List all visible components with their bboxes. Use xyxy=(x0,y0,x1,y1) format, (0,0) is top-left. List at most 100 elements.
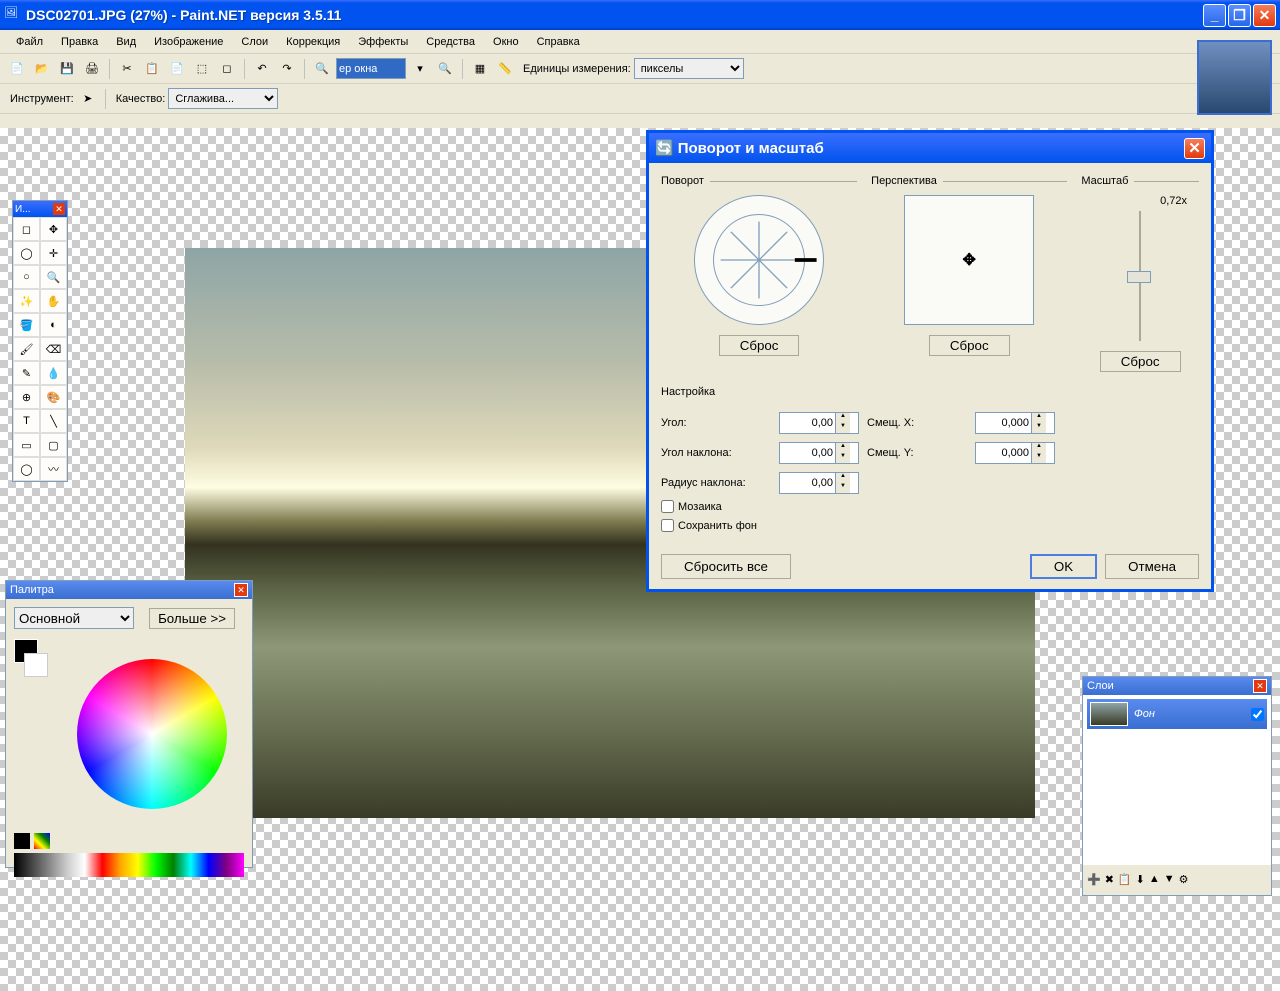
close-button[interactable]: ✕ xyxy=(1253,4,1276,27)
tool-rect-select-icon[interactable]: ◻ xyxy=(13,217,40,241)
tool-line-icon[interactable]: ╲ xyxy=(40,409,67,433)
tool-pencil-icon[interactable]: ✎ xyxy=(13,361,40,385)
ruler-icon[interactable]: 📏 xyxy=(494,58,516,80)
menu-view[interactable]: Вид xyxy=(108,33,144,51)
tool-brush-icon[interactable]: 🖌 xyxy=(13,337,40,361)
menu-edit[interactable]: Правка xyxy=(53,33,106,51)
dialog-titlebar[interactable]: 🔄 Поворот и масштаб ✕ xyxy=(649,133,1211,163)
current-tool-icon[interactable]: ➤ xyxy=(77,88,99,110)
grid-icon[interactable]: ▦ xyxy=(469,58,491,80)
layer-movedown-icon[interactable]: ▼ xyxy=(1164,873,1175,885)
mosaic-checkbox[interactable] xyxy=(661,500,674,513)
menu-tools[interactable]: Средства xyxy=(418,33,483,51)
tool-recolor-icon[interactable]: 🎨 xyxy=(40,385,67,409)
perspective-pad[interactable]: ✥ xyxy=(904,195,1034,325)
tool-text-icon[interactable]: T xyxy=(13,409,40,433)
layer-visible-checkbox[interactable] xyxy=(1251,708,1264,721)
layer-delete-icon[interactable]: ✖ xyxy=(1105,873,1114,886)
palette-titlebar[interactable]: Палитра ✕ xyxy=(6,581,252,599)
layers-close-icon[interactable]: ✕ xyxy=(1253,679,1267,693)
copy-icon[interactable]: 📋 xyxy=(141,58,163,80)
tool-zoom-icon[interactable]: 🔍 xyxy=(40,265,67,289)
palette-reset-icon[interactable] xyxy=(34,833,50,849)
secondary-color-swatch[interactable] xyxy=(24,653,48,677)
tool-rectangle-icon[interactable]: ▭ xyxy=(13,433,40,457)
menu-window[interactable]: Окно xyxy=(485,33,527,51)
tilt-input[interactable]: ▲▼ xyxy=(779,442,859,464)
scale-slider[interactable] xyxy=(1125,211,1155,341)
layer-moveup-icon[interactable]: ▲ xyxy=(1149,873,1160,885)
zoomout-icon[interactable]: 🔍 xyxy=(311,58,333,80)
tools-close-icon[interactable]: ✕ xyxy=(53,203,65,215)
tool-eraser-icon[interactable]: ⌫ xyxy=(40,337,67,361)
tool-lasso-icon[interactable]: ◯ xyxy=(13,241,40,265)
keepbg-checkbox[interactable] xyxy=(661,519,674,532)
tools-titlebar[interactable]: И... ✕ xyxy=(13,201,67,217)
menu-layers[interactable]: Слои xyxy=(233,33,276,51)
reset-all-button[interactable]: Сбросить все xyxy=(661,554,791,579)
layer-duplicate-icon[interactable]: 📋 xyxy=(1118,873,1132,886)
cancel-button[interactable]: Отмена xyxy=(1105,554,1199,579)
palette-window[interactable]: Палитра ✕ Основной Больше >> xyxy=(5,580,253,868)
crop-icon[interactable]: ⬚ xyxy=(191,58,213,80)
menu-file[interactable]: Файл xyxy=(8,33,51,51)
menu-effects[interactable]: Эффекты xyxy=(350,33,416,51)
bw-swatch-icon[interactable] xyxy=(14,833,30,849)
zoom-input[interactable] xyxy=(336,58,406,79)
document-thumbnail[interactable] xyxy=(1197,40,1272,115)
slider-thumb-icon[interactable] xyxy=(1127,271,1151,283)
palette-swatches[interactable] xyxy=(14,853,244,877)
redo-icon[interactable]: ↷ xyxy=(276,58,298,80)
palette-close-icon[interactable]: ✕ xyxy=(234,583,248,597)
tool-pan-icon[interactable]: ✋ xyxy=(40,289,67,313)
tool-move-icon[interactable]: ✛ xyxy=(40,241,67,265)
quality-select[interactable]: Сглажива... xyxy=(168,88,278,109)
tool-wand-icon[interactable]: ✨ xyxy=(13,289,40,313)
tool-bucket-icon[interactable]: 🪣 xyxy=(13,313,40,337)
ok-button[interactable]: OK xyxy=(1030,554,1097,579)
minimize-button[interactable]: _ xyxy=(1203,4,1226,27)
deselect-icon[interactable]: ◻ xyxy=(216,58,238,80)
tool-gradient-icon[interactable]: ◐ xyxy=(40,313,67,337)
menu-help[interactable]: Справка xyxy=(529,33,588,51)
radius-input[interactable]: ▲▼ xyxy=(779,472,859,494)
dialog-close-icon[interactable]: ✕ xyxy=(1184,138,1205,159)
layer-props-icon[interactable]: ⚙ xyxy=(1179,873,1189,886)
offsetx-input[interactable]: ▲▼ xyxy=(975,412,1055,434)
layers-window[interactable]: Слои ✕ Фон ➕ ✖ 📋 ⬇ ▲ ▼ ⚙ xyxy=(1082,676,1272,896)
tool-picker-icon[interactable]: 💧 xyxy=(40,361,67,385)
zoom-dropdown-icon[interactable]: ▾ xyxy=(409,58,431,80)
cut-icon[interactable]: ✂ xyxy=(116,58,138,80)
new-icon[interactable]: 📄 xyxy=(6,58,28,80)
layer-merge-icon[interactable]: ⬇ xyxy=(1136,873,1145,886)
menu-adjust[interactable]: Коррекция xyxy=(278,33,348,51)
color-wheel[interactable] xyxy=(77,659,227,809)
tool-freeform-icon[interactable]: 〰 xyxy=(40,457,67,481)
tool-rounded-rect-icon[interactable]: ▢ xyxy=(40,433,67,457)
save-icon[interactable]: 💾 xyxy=(56,58,78,80)
tool-clone-icon[interactable]: ⊕ xyxy=(13,385,40,409)
tools-window[interactable]: И... ✕ ◻ ✥ ◯ ✛ ○ 🔍 ✨ ✋ 🪣 ◐ 🖌 ⌫ ✎ 💧 ⊕ 🎨 T… xyxy=(12,200,68,482)
menu-image[interactable]: Изображение xyxy=(146,33,231,51)
paste-icon[interactable]: 📄 xyxy=(166,58,188,80)
layer-add-icon[interactable]: ➕ xyxy=(1087,873,1101,886)
layer-item[interactable]: Фон xyxy=(1087,699,1267,729)
tool-ellipse-icon[interactable]: ◯ xyxy=(13,457,40,481)
open-icon[interactable]: 📂 xyxy=(31,58,53,80)
tool-ellipse-select-icon[interactable]: ○ xyxy=(13,265,40,289)
units-select[interactable]: пикселы xyxy=(634,58,744,79)
layers-list[interactable]: Фон xyxy=(1083,695,1271,865)
undo-icon[interactable]: ↶ xyxy=(251,58,273,80)
tool-move-selection-icon[interactable]: ✥ xyxy=(40,217,67,241)
maximize-button[interactable]: ❐ xyxy=(1228,4,1251,27)
offsety-input[interactable]: ▲▼ xyxy=(975,442,1055,464)
perspective-reset-button[interactable]: Сброс xyxy=(929,335,1010,356)
palette-mode-select[interactable]: Основной xyxy=(14,607,134,629)
angle-input[interactable]: ▲▼ xyxy=(779,412,859,434)
rotation-reset-button[interactable]: Сброс xyxy=(719,335,800,356)
rotation-dial[interactable] xyxy=(694,195,824,325)
scale-reset-button[interactable]: Сброс xyxy=(1100,351,1181,372)
zoomin-icon[interactable]: 🔍 xyxy=(434,58,456,80)
palette-more-button[interactable]: Больше >> xyxy=(149,608,235,629)
print-icon[interactable]: 🖨 xyxy=(81,58,103,80)
